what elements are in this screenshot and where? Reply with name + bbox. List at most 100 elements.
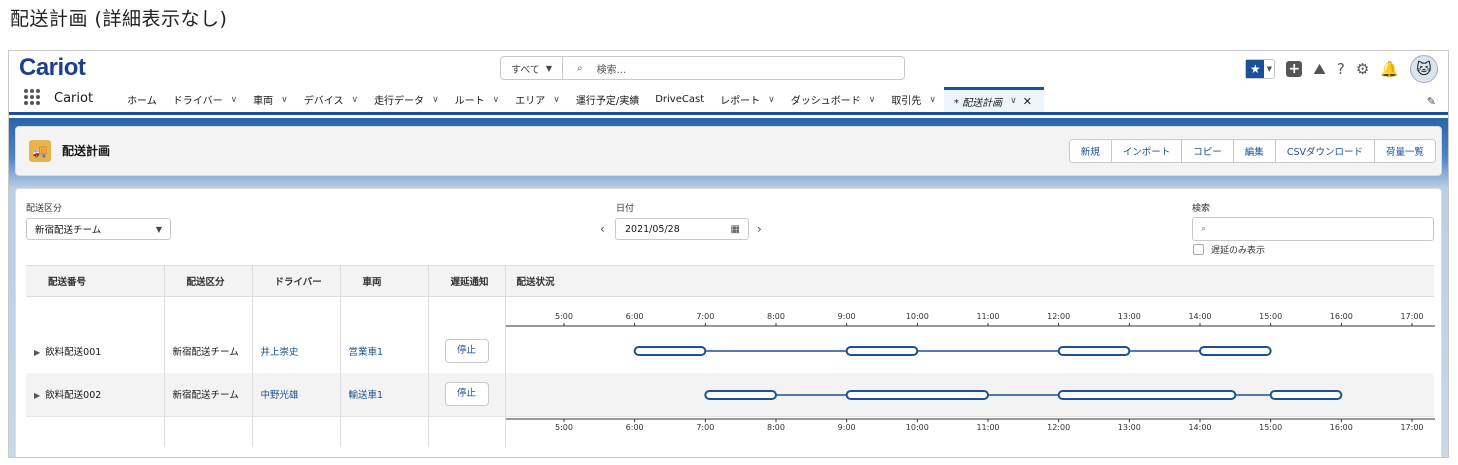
driver-link[interactable]: 井上崇史 [261, 347, 299, 358]
favorites-button[interactable]: ★ ▼ [1245, 59, 1276, 79]
chevron-down-icon[interactable]: ∨ [493, 95, 500, 105]
nav-item[interactable]: エリア ∨ [507, 87, 568, 112]
nav-item-label: 車両 [253, 96, 274, 107]
nav-item-label: 走行データ [374, 96, 425, 107]
tick-label: 15:00 [1259, 312, 1282, 321]
tick-label: 5:00 [555, 423, 573, 432]
nav-item[interactable]: ダッシュボード ∨ [783, 87, 884, 112]
checkbox-box[interactable] [1193, 244, 1204, 255]
tick-label: 8:00 [767, 423, 785, 432]
tick-label: 12:00 [1047, 423, 1070, 432]
trailhead-icon[interactable]: ⛰ [1313, 59, 1326, 79]
calendar-icon[interactable]: ▦ [731, 224, 740, 235]
app-launcher-icon[interactable] [24, 89, 40, 105]
tick-label: 11:00 [976, 423, 999, 432]
nav-item-label: ルート [454, 96, 485, 107]
timeline-axis-bottom: 5:00 6:00 7:00 8:00 9:00 10:00 11:00 12:00 13:00… [505, 416, 1435, 447]
search-input[interactable]: ⌕ 検索... [563, 61, 626, 76]
search-scope-select[interactable]: すべて ▼ [501, 57, 563, 79]
avatar[interactable]: 🐱 [1410, 55, 1438, 83]
action-button[interactable]: 荷量一覧 [1374, 140, 1435, 162]
action-button[interactable]: CSVダウンロード [1275, 140, 1375, 162]
tick-label: 11:00 [976, 312, 999, 321]
tick-label: 10:00 [905, 423, 928, 432]
vehicle-link[interactable]: 営業車1 [349, 347, 384, 358]
chevron-down-icon[interactable]: ∨ [553, 95, 560, 105]
nav-item[interactable]: ドライバー ∨ [165, 87, 245, 112]
column-header[interactable]: 車両 [340, 265, 429, 297]
column-header[interactable]: ドライバー [252, 265, 341, 297]
expand-triangle-icon[interactable]: ▶ [34, 348, 40, 357]
date-input[interactable]: 2021/05/28 ▦ [615, 218, 749, 240]
edit-nav-icon[interactable]: ✎ [1427, 95, 1436, 108]
delay-only-label: 遅延のみ表示 [1211, 246, 1266, 256]
tick-label: 7:00 [696, 312, 714, 321]
delivery-category: 新宿配送チーム [164, 328, 253, 373]
column-header[interactable]: 配送番号 [26, 265, 165, 297]
column-header[interactable]: 遅延通知 [428, 265, 506, 297]
delivery-segment-bar[interactable] [1057, 389, 1236, 400]
global-actions: ★ ▼ + ⛰ ? ⚙ 🔔 🐱 [1245, 55, 1438, 83]
logo-text-2: iot [57, 54, 86, 81]
nav-item[interactable]: デバイス ∨ [296, 87, 366, 112]
search-icon: ⌕ [1201, 224, 1207, 234]
vehicle-link[interactable]: 輸送車1 [349, 390, 384, 401]
delivery-segment-bar[interactable] [1057, 345, 1130, 356]
app-window: Cariot すべて ▼ ⌕ 検索... ★ ▼ + ⛰ ? ⚙ 🔔 🐱 Car… [8, 50, 1449, 458]
chevron-down-icon[interactable]: ∨ [351, 95, 358, 105]
chevron-down-icon[interactable]: ∨ [869, 95, 876, 105]
chevron-down-icon[interactable]: ∨ [432, 95, 439, 105]
chevron-down-icon[interactable]: ∨ [929, 95, 936, 105]
gear-icon[interactable]: ⚙ [1356, 59, 1369, 79]
search-placeholder: 検索... [596, 64, 627, 76]
nav-item[interactable]: レポート ∨ [712, 87, 783, 112]
stop-notify-button[interactable]: 停止 [444, 382, 489, 407]
chevron-down-icon[interactable]: ∨ [231, 95, 238, 105]
delivery-segment-bar[interactable] [1198, 345, 1272, 356]
nav-item[interactable]: 運行予定/実績 [568, 87, 647, 112]
help-icon[interactable]: ? [1337, 59, 1345, 79]
nav-item[interactable]: 車両 ∨ [245, 87, 296, 112]
chevron-down-icon[interactable]: ∨ [768, 95, 775, 105]
driver-link[interactable]: 中野光雄 [261, 390, 299, 401]
truck-icon: 🚚 [29, 140, 51, 162]
delivery-segment-bar[interactable] [845, 345, 918, 356]
action-button[interactable]: インポート [1111, 140, 1183, 162]
chevron-down-icon[interactable]: ∨ [1010, 96, 1017, 106]
delivery-segment-bar[interactable] [1269, 389, 1342, 400]
table-row[interactable]: ▶ 飲料配送002 新宿配送チーム 中野光雄 輸送車1 停止 [26, 372, 1434, 417]
delivery-segment-bar[interactable] [633, 345, 706, 356]
next-date-icon[interactable]: › [757, 222, 762, 236]
chevron-down-icon[interactable]: ∨ [281, 95, 288, 105]
nav-item[interactable]: 取引先 ∨ [883, 87, 944, 112]
stop-notify-button[interactable]: 停止 [444, 338, 489, 363]
nav-item[interactable]: 走行データ ∨ [366, 87, 447, 112]
column-header[interactable]: 配送状況 [505, 265, 1434, 297]
tick-label: 5:00 [555, 312, 573, 321]
delivery-segment-bar[interactable] [703, 389, 777, 400]
global-create-icon[interactable]: + [1286, 61, 1303, 77]
nav-item[interactable]: DriveCast [647, 87, 712, 112]
expand-triangle-icon[interactable]: ▶ [34, 391, 40, 400]
table-row[interactable]: ▶ 飲料配送001 新宿配送チーム 井上崇史 営業車1 停止 [26, 328, 1434, 373]
category-select[interactable]: 新宿配送チーム ▼ [26, 218, 171, 240]
star-icon: ★ [1246, 60, 1265, 78]
prev-date-icon[interactable]: ‹ [600, 222, 605, 236]
caret-down-icon: ▼ [545, 63, 553, 73]
nav-item[interactable]: ホーム [119, 87, 165, 112]
action-button[interactable]: 編集 [1233, 140, 1276, 162]
delay-only-checkbox[interactable]: 遅延のみ表示 [1193, 243, 1265, 256]
tick-label: 6:00 [625, 312, 643, 321]
close-icon[interactable]: ✕ [1023, 95, 1032, 108]
action-button[interactable]: コピー [1182, 140, 1234, 162]
delivery-id: 飲料配送001 [45, 346, 102, 358]
action-button[interactable]: 新規 [1069, 140, 1112, 162]
delivery-segment-bar[interactable] [845, 389, 989, 400]
column-header[interactable]: 配送区分 [164, 265, 253, 297]
bell-icon[interactable]: 🔔 [1380, 59, 1399, 79]
cariot-logo[interactable]: Cariot [19, 54, 86, 82]
nav-item[interactable]: ルート ∨ [447, 87, 508, 112]
table-search-input[interactable]: ⌕ [1192, 217, 1434, 241]
tab-delivery-plan[interactable]: * 配送計画 ∨ ✕ [943, 87, 1044, 112]
tick-label: 7:00 [696, 423, 714, 432]
